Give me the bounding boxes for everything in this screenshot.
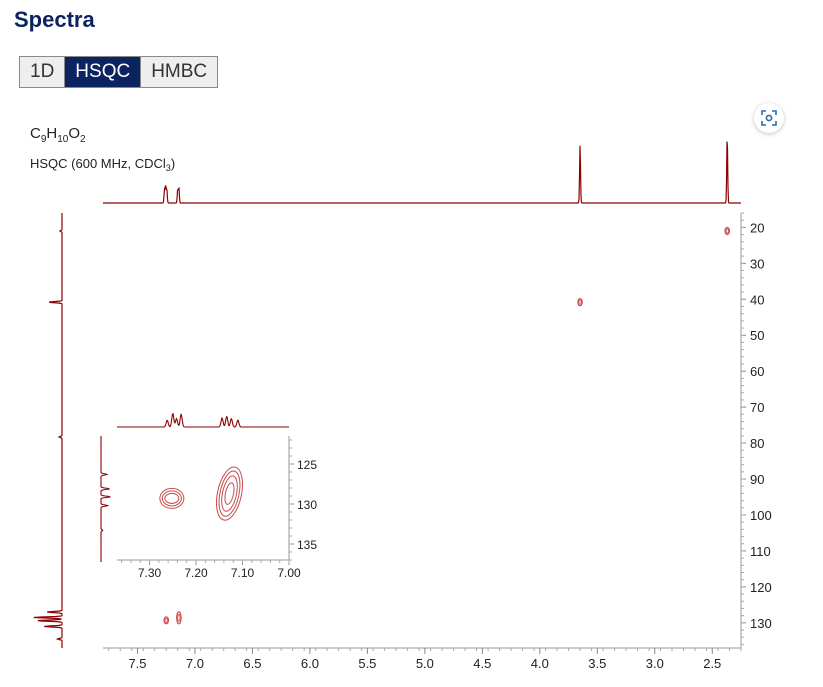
- x-tick-label: 7.5: [128, 656, 146, 671]
- cross-peak-inner: [164, 617, 168, 623]
- y-tick-label: 80: [750, 436, 764, 451]
- x-tick-label: 5.5: [358, 656, 376, 671]
- cross-peak-inner: [578, 299, 582, 305]
- inset-cross-peak: [215, 466, 244, 521]
- x-tick-label: 6.5: [243, 656, 261, 671]
- y-tick-label: 120: [750, 580, 772, 595]
- inset-y-tick-label: 125: [297, 458, 317, 472]
- experiment-label: HSQC (600 MHz, CDCl3): [30, 156, 175, 173]
- inset-carbon-projection: [100, 436, 112, 562]
- inset-contour-level: [218, 470, 241, 517]
- proton-projection: [103, 141, 741, 204]
- main-plot: 7.5 7.0 6.5 6.0 5.5 5.0 4.5 4.0 3.5 3.0 2.5 20 30 40 5…: [33, 141, 772, 671]
- y-tick-label: 30: [750, 256, 764, 271]
- x-tick-label: 3.5: [588, 656, 606, 671]
- y-tick-label: 130: [750, 616, 772, 631]
- y-tick-label: 110: [750, 544, 771, 559]
- inset-x-tick-label: 7.30: [138, 566, 162, 580]
- y-tick-label: 60: [750, 364, 764, 379]
- inset-x-tick-label: 7.20: [184, 566, 208, 580]
- inset-plot: 7.30 7.20 7.10 7.00 125 130 135: [100, 413, 317, 580]
- x-tick-label: 2.5: [703, 656, 721, 671]
- y-tick-label: 100: [750, 508, 772, 523]
- x-tick-label: 3.0: [646, 656, 664, 671]
- x-tick-label: 7.0: [186, 656, 204, 671]
- inset-contour-level: [221, 475, 238, 512]
- inset-x-tick-label: 7.00: [277, 566, 301, 580]
- inset-contour-level: [224, 482, 235, 505]
- x-tick-label: 6.0: [301, 656, 319, 671]
- screenshot-button[interactable]: [754, 103, 784, 133]
- x-tick-label: 4.5: [473, 656, 491, 671]
- x-tick-label: 4.0: [531, 656, 549, 671]
- inset-x-tick-label: 7.10: [231, 566, 255, 580]
- inset-contour-level: [164, 492, 180, 504]
- y-tick-label: 50: [750, 328, 764, 343]
- cross-peak-inner: [725, 228, 729, 234]
- inset-y-tick-label: 135: [297, 538, 317, 552]
- carbon-projection: [33, 213, 63, 648]
- inset-proton-projection: [117, 413, 289, 428]
- cross-peak: [176, 611, 182, 625]
- y-tick-label: 90: [750, 472, 764, 487]
- hsqc-spectrum-chart: C9H10O2 HSQC (600 MHz, CDCl3) 7.5 7.0 6.5 6…: [30, 125, 772, 671]
- y-tick-label: 70: [750, 400, 764, 415]
- focus-scan-icon: [761, 110, 777, 126]
- molecular-formula: C9H10O2: [30, 125, 86, 145]
- y-tick-label: 20: [750, 220, 764, 235]
- inset-y-tick-label: 130: [297, 498, 317, 512]
- cross-peak-inner: [177, 613, 181, 622]
- x-tick-label: 5.0: [416, 656, 434, 671]
- y-tick-label: 40: [750, 292, 764, 307]
